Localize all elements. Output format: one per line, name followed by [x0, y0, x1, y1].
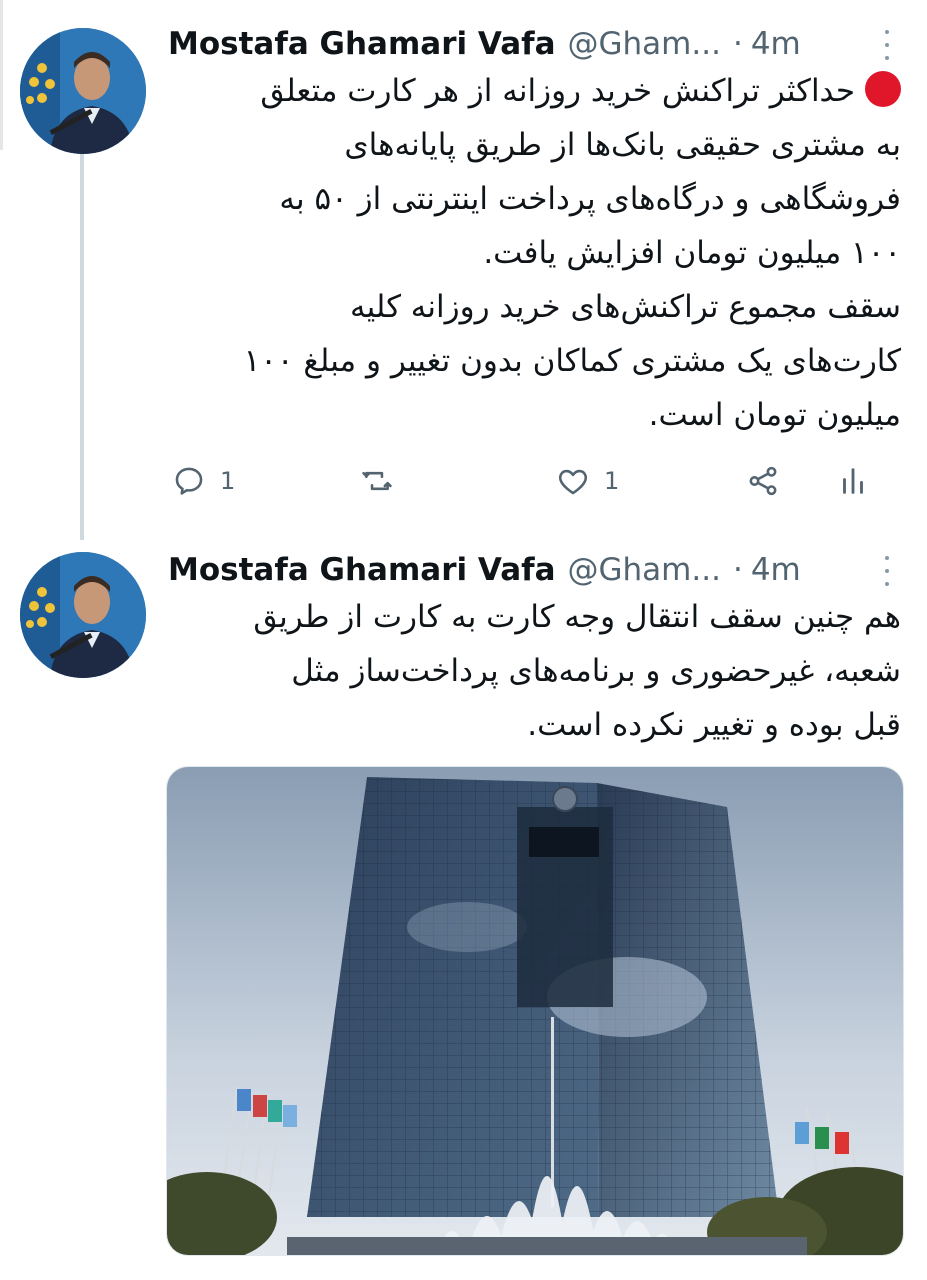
tweet-text-line: کارت‌های یک مشتری کماکان بدون تغییر و مب…: [243, 343, 901, 379]
reply-button[interactable]: 1: [172, 464, 235, 498]
more-icon[interactable]: [877, 556, 897, 586]
more-icon[interactable]: [877, 30, 897, 60]
tweet-text: حداکثر تراکنش خرید روزانه از هر کارت متع…: [168, 64, 901, 442]
author-avatar[interactable]: [20, 552, 146, 678]
author-handle[interactable]: @Gham...: [568, 552, 721, 588]
author-name[interactable]: Mostafa Ghamari Vafa: [168, 552, 556, 588]
left-edge-border: [0, 0, 3, 150]
like-icon: [558, 469, 588, 495]
thread-connector-line: [80, 150, 84, 540]
tweet-actions: 1 1: [168, 456, 888, 506]
retweet-button[interactable]: [360, 464, 408, 498]
central-bank-building-photo: [167, 767, 903, 1255]
avatar-photo: [20, 552, 146, 678]
analytics-icon: [843, 468, 863, 494]
separator-dot: ·: [732, 26, 743, 62]
like-button[interactable]: 1: [556, 464, 619, 498]
tweet-timestamp[interactable]: 4m: [751, 552, 801, 588]
tweet-text-line: سقف مجموع تراکنش‌های خرید روزانه کلیه: [349, 289, 901, 325]
share-button[interactable]: [746, 464, 780, 498]
reply-icon: [175, 467, 203, 495]
author-handle[interactable]: @Gham...: [568, 26, 721, 62]
tweet-media-image[interactable]: [166, 766, 904, 1256]
tweet-text: هم چنین سقف انتقال وجه کارت به کارت از ط…: [168, 590, 901, 752]
tweet-text-line: میلیون تومان است.: [648, 397, 901, 433]
avatar-photo: [20, 28, 146, 154]
like-count: 1: [604, 467, 620, 495]
tweet-text-line: قبل بوده و تغییر نکرده است.: [527, 707, 901, 743]
red-circle-emoji: [865, 71, 901, 107]
reply-count: 1: [220, 467, 236, 495]
analytics-button[interactable]: [836, 464, 870, 498]
tweet-timestamp[interactable]: 4m: [751, 26, 801, 62]
tweet-text-line: فروشگاهی و درگاه‌های پرداخت اینترنتی از …: [279, 181, 901, 217]
author-name[interactable]: Mostafa Ghamari Vafa: [168, 26, 556, 62]
tweet-text-line: به مشتری حقیقی بانک‌ها از طریق پایانه‌ها…: [344, 127, 901, 163]
share-icon: [749, 466, 777, 496]
tweet-text-line: ۱۰۰ میلیون تومان افزایش یافت.: [483, 235, 901, 271]
tweet-text-line: هم چنین سقف انتقال وجه کارت به کارت از ط…: [253, 599, 901, 635]
author-avatar[interactable]: [20, 28, 146, 154]
tweet-text-line: شعبه، غیرحضوری و برنامه‌های پرداخت‌ساز م…: [291, 653, 901, 689]
tweet-text-line: حداکثر تراکنش خرید روزانه از هر کارت متع…: [260, 73, 855, 109]
separator-dot: ·: [732, 552, 743, 588]
retweet-icon: [362, 471, 392, 491]
